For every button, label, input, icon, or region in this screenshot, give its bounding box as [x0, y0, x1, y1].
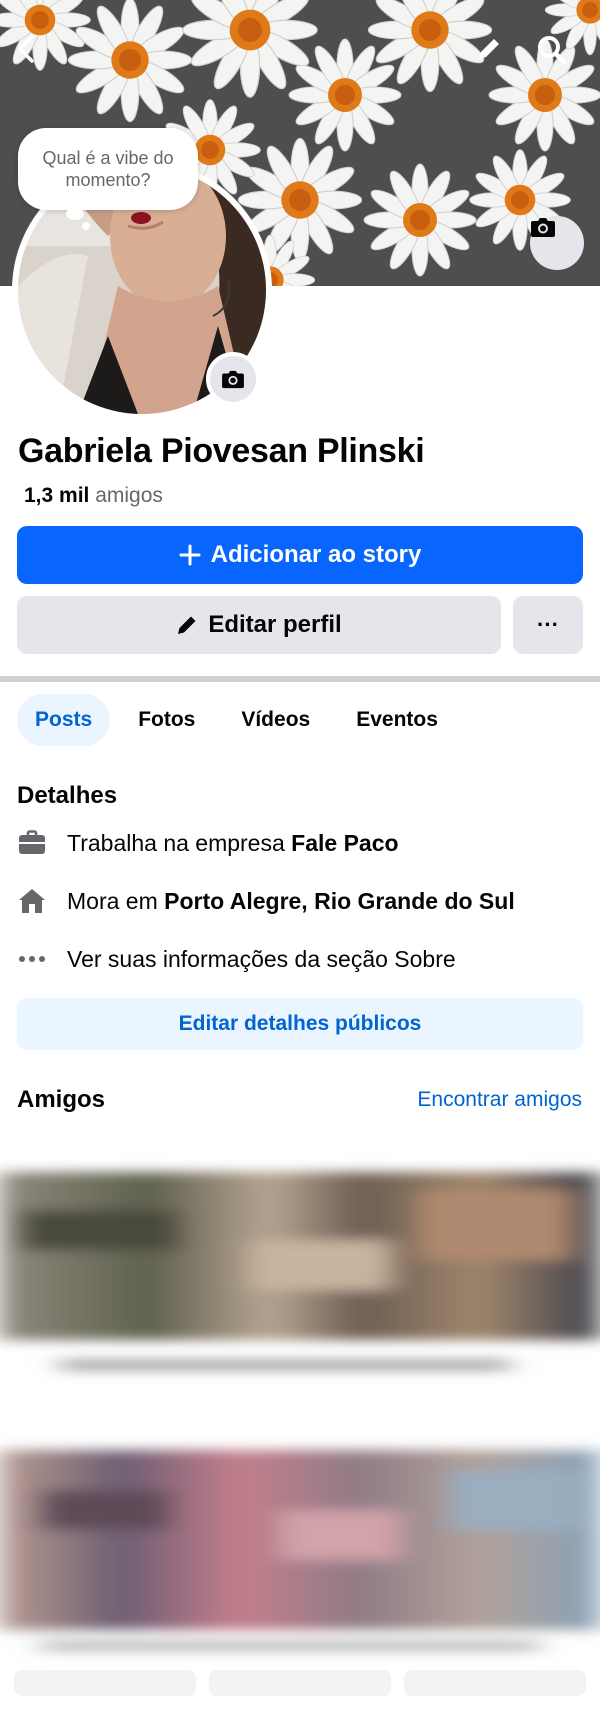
blurred-friends-image — [0, 1172, 600, 1696]
ellipsis-icon — [17, 944, 47, 974]
bubble-tail — [66, 208, 84, 220]
tab-events[interactable]: Eventos — [338, 694, 456, 746]
bubble-tail-dot — [82, 222, 90, 230]
cover-camera-button[interactable] — [530, 216, 584, 270]
detail-about-link[interactable]: Ver suas informações da seção Sobre — [17, 944, 456, 974]
search-icon — [538, 36, 567, 65]
pencil-icon — [178, 616, 196, 634]
work-company: Fale Paco — [291, 829, 399, 856]
camera-icon — [222, 370, 244, 389]
profile-name: Gabriela Piovesan Plinski — [18, 432, 425, 470]
back-button[interactable] — [14, 34, 58, 78]
pencil-icon — [479, 39, 499, 59]
more-options-button[interactable]: ··· — [513, 596, 583, 654]
section-divider — [0, 676, 600, 682]
friends-title: Amigos — [17, 1086, 106, 1113]
friends-count[interactable]: 1,3 mil amigos — [24, 484, 163, 508]
about-link-text: Ver suas informações da seção Sobre — [67, 945, 456, 972]
edit-public-details-label: Editar detalhes públicos — [178, 1012, 422, 1035]
vibe-prompt-text: Qual é a vibe do momento? — [42, 148, 174, 190]
profile-tabs: Posts Fotos Vídeos Eventos — [17, 694, 456, 746]
back-icon — [18, 35, 34, 63]
find-friends-link[interactable]: Encontrar amigos — [417, 1088, 582, 1112]
add-story-label: Adicionar ao story — [210, 541, 422, 568]
camera-icon — [531, 218, 555, 237]
work-prefix: Trabalha na empresa — [67, 829, 292, 856]
briefcase-icon — [17, 828, 47, 858]
search-button[interactable] — [536, 34, 580, 78]
ellipsis-icon: ··· — [537, 612, 559, 637]
home-icon — [17, 886, 47, 916]
add-story-button[interactable]: Adicionar ao story — [17, 526, 583, 584]
home-prefix: Mora em — [67, 887, 165, 914]
tab-posts[interactable]: Posts — [17, 694, 111, 746]
details-title: Detalhes — [17, 782, 118, 809]
tab-photos[interactable]: Fotos — [120, 694, 213, 746]
friends-grid-blurred — [0, 1150, 600, 1716]
plus-icon — [179, 544, 201, 566]
edit-profile-button[interactable]: Editar perfil — [17, 596, 501, 654]
tab-videos[interactable]: Vídeos — [223, 694, 328, 746]
edit-public-details-button[interactable]: Editar detalhes públicos — [17, 998, 583, 1050]
friends-count-value: 1,3 mil — [24, 484, 90, 507]
edit-profile-label: Editar perfil — [208, 611, 342, 638]
edit-cover-button[interactable] — [474, 34, 518, 78]
detail-work[interactable]: Trabalha na empresa Fale Paco — [17, 828, 399, 858]
avatar-camera-button[interactable] — [206, 352, 260, 406]
friends-count-label: amigos — [95, 484, 163, 507]
detail-home[interactable]: Mora em Porto Alegre, Rio Grande do Sul — [17, 886, 515, 916]
home-city: Porto Alegre, Rio Grande do Sul — [164, 887, 515, 914]
vibe-prompt-bubble[interactable]: Qual é a vibe do momento? — [18, 128, 198, 210]
